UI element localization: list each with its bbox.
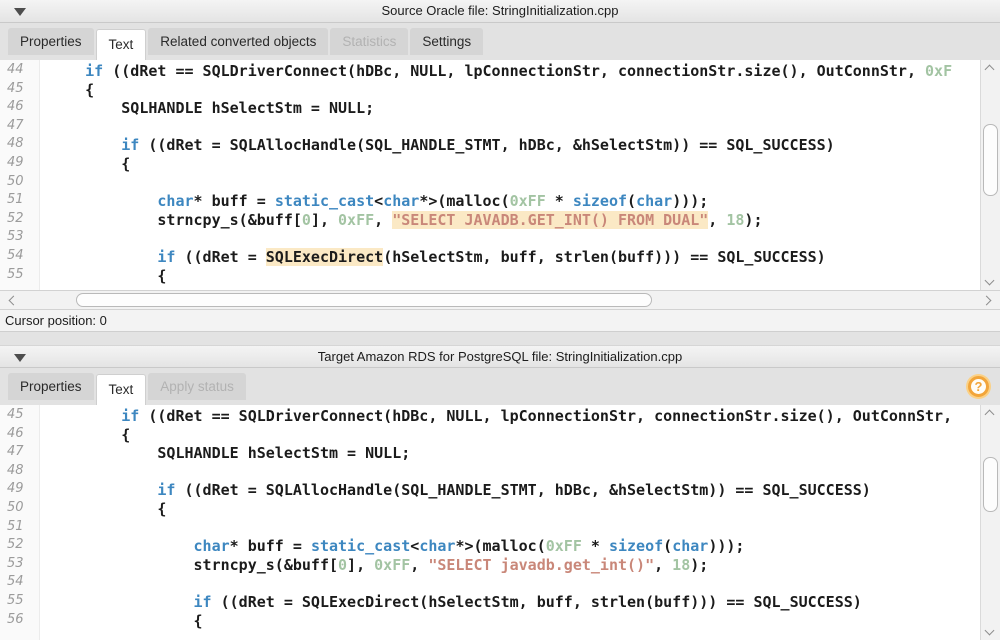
code-text: { bbox=[40, 155, 130, 174]
line-number: 56 bbox=[0, 612, 40, 631]
line-number: 46 bbox=[0, 426, 40, 445]
source-code-editor[interactable]: 44 if ((dRet == SQLDriverConnect(hDBc, N… bbox=[0, 60, 1000, 290]
code-text: { bbox=[40, 426, 130, 445]
line-number: 50 bbox=[0, 174, 40, 193]
code-line: 50 bbox=[0, 174, 980, 193]
line-number: 51 bbox=[0, 519, 40, 538]
code-line: 52 strncpy_s(&buff[0], 0xFF, "SELECT JAV… bbox=[0, 211, 980, 230]
tab-statistics: Statistics bbox=[330, 28, 408, 55]
code-text: { bbox=[40, 500, 166, 519]
code-text: { bbox=[40, 81, 94, 100]
line-number: 52 bbox=[0, 211, 40, 230]
target-panel-title: Target Amazon RDS for PostgreSQL file: S… bbox=[0, 349, 1000, 364]
line-number: 49 bbox=[0, 481, 40, 500]
source-hscroll-thumb[interactable] bbox=[76, 293, 652, 307]
line-number: 45 bbox=[0, 407, 40, 426]
cursor-position-statusbar: Cursor position: 0 bbox=[0, 310, 1000, 332]
line-number: 51 bbox=[0, 192, 40, 211]
code-text: if ((dRet = SQLAllocHandle(SQL_HANDLE_ST… bbox=[40, 136, 835, 155]
code-text: { bbox=[40, 612, 203, 631]
line-number: 48 bbox=[0, 463, 40, 482]
code-text: if ((dRet = SQLExecDirect(hSelectStm, bu… bbox=[40, 248, 826, 267]
code-line: 55 if ((dRet = SQLExecDirect(hSelectStm,… bbox=[0, 593, 980, 612]
code-line: 52 char* buff = static_cast<char*>(mallo… bbox=[0, 537, 980, 556]
tab-properties[interactable]: Properties bbox=[8, 28, 94, 55]
code-text: strncpy_s(&buff[0], 0xFF, "SELECT javadb… bbox=[40, 556, 708, 575]
code-text: strncpy_s(&buff[0], 0xFF, "SELECT JAVADB… bbox=[40, 211, 762, 230]
line-number: 52 bbox=[0, 537, 40, 556]
line-number: 47 bbox=[0, 118, 40, 137]
scroll-right-icon[interactable] bbox=[982, 296, 992, 306]
tab-text[interactable]: Text bbox=[96, 374, 147, 405]
code-line: 53 bbox=[0, 229, 980, 248]
scroll-down-icon[interactable] bbox=[985, 276, 995, 286]
code-line: 46 { bbox=[0, 426, 980, 445]
code-text: SQLHANDLE hSelectStm = NULL; bbox=[40, 444, 410, 463]
code-line: 53 strncpy_s(&buff[0], 0xFF, "SELECT jav… bbox=[0, 556, 980, 575]
target-panel-header: Target Amazon RDS for PostgreSQL file: S… bbox=[0, 345, 1000, 368]
code-text: if ((dRet == SQLDriverConnect(hDBc, NULL… bbox=[40, 62, 952, 81]
code-line: 51 bbox=[0, 519, 980, 538]
tab-text[interactable]: Text bbox=[96, 29, 147, 60]
code-line: 50 { bbox=[0, 500, 980, 519]
tab-settings[interactable]: Settings bbox=[410, 28, 483, 55]
code-line: 54 bbox=[0, 574, 980, 593]
target-tabstrip: PropertiesTextApply status? bbox=[0, 368, 1000, 405]
line-number: 47 bbox=[0, 444, 40, 463]
source-tabstrip: PropertiesTextRelated converted objectsS… bbox=[0, 23, 1000, 60]
code-line: 45 { bbox=[0, 81, 980, 100]
scroll-left-icon[interactable] bbox=[9, 296, 19, 306]
code-text: char* buff = static_cast<char*>(malloc(0… bbox=[40, 537, 744, 556]
code-line: 45 if ((dRet == SQLDriverConnect(hDBc, N… bbox=[0, 407, 980, 426]
line-number: 48 bbox=[0, 136, 40, 155]
source-panel-title: Source Oracle file: StringInitialization… bbox=[0, 3, 1000, 18]
tab-related-converted-objects[interactable]: Related converted objects bbox=[148, 28, 328, 55]
source-panel: Source Oracle file: StringInitialization… bbox=[0, 0, 1000, 332]
line-number: 50 bbox=[0, 500, 40, 519]
tab-apply-status: Apply status bbox=[148, 373, 246, 400]
source-horizontal-scrollbar[interactable] bbox=[0, 290, 1000, 310]
code-line: 49 if ((dRet = SQLAllocHandle(SQL_HANDLE… bbox=[0, 481, 980, 500]
scroll-up-icon[interactable] bbox=[985, 410, 995, 420]
code-line: 54 if ((dRet = SQLExecDirect(hSelectStm,… bbox=[0, 248, 980, 267]
line-number: 54 bbox=[0, 574, 40, 593]
scroll-up-icon[interactable] bbox=[985, 65, 995, 75]
line-number: 46 bbox=[0, 99, 40, 118]
line-number: 44 bbox=[0, 62, 40, 81]
scroll-down-icon[interactable] bbox=[985, 626, 995, 636]
code-line: 46 SQLHANDLE hSelectStm = NULL; bbox=[0, 99, 980, 118]
code-text: { bbox=[40, 267, 166, 286]
tab-properties[interactable]: Properties bbox=[8, 373, 94, 400]
target-code-editor[interactable]: 45 if ((dRet == SQLDriverConnect(hDBc, N… bbox=[0, 405, 1000, 640]
code-text: if ((dRet = SQLAllocHandle(SQL_HANDLE_ST… bbox=[40, 481, 871, 500]
code-line: 48 if ((dRet = SQLAllocHandle(SQL_HANDLE… bbox=[0, 136, 980, 155]
line-number: 55 bbox=[0, 267, 40, 286]
code-line: 55 { bbox=[0, 267, 980, 286]
line-number: 55 bbox=[0, 593, 40, 612]
line-number: 53 bbox=[0, 229, 40, 248]
code-line: 56 { bbox=[0, 612, 980, 631]
code-text: SQLHANDLE hSelectStm = NULL; bbox=[40, 99, 374, 118]
line-number: 54 bbox=[0, 248, 40, 267]
code-text: if ((dRet == SQLDriverConnect(hDBc, NULL… bbox=[40, 407, 952, 426]
code-line: 48 bbox=[0, 463, 980, 482]
code-line: 49 { bbox=[0, 155, 980, 174]
target-vertical-scrollbar[interactable] bbox=[980, 405, 1000, 640]
code-line: 47 bbox=[0, 118, 980, 137]
code-line: 47 SQLHANDLE hSelectStm = NULL; bbox=[0, 444, 980, 463]
code-line: 51 char* buff = static_cast<char*>(mallo… bbox=[0, 192, 980, 211]
code-text: if ((dRet = SQLExecDirect(hSelectStm, bu… bbox=[40, 593, 862, 612]
help-icon[interactable]: ? bbox=[968, 376, 989, 397]
line-number: 49 bbox=[0, 155, 40, 174]
target-vscroll-thumb[interactable] bbox=[983, 457, 998, 512]
line-number: 53 bbox=[0, 556, 40, 575]
source-vscroll-thumb[interactable] bbox=[983, 124, 998, 196]
target-panel: Target Amazon RDS for PostgreSQL file: S… bbox=[0, 345, 1000, 640]
code-line: 44 if ((dRet == SQLDriverConnect(hDBc, N… bbox=[0, 62, 980, 81]
source-vertical-scrollbar[interactable] bbox=[980, 60, 1000, 290]
code-text: char* buff = static_cast<char*>(malloc(0… bbox=[40, 192, 708, 211]
line-number: 45 bbox=[0, 81, 40, 100]
source-panel-header: Source Oracle file: StringInitialization… bbox=[0, 0, 1000, 23]
